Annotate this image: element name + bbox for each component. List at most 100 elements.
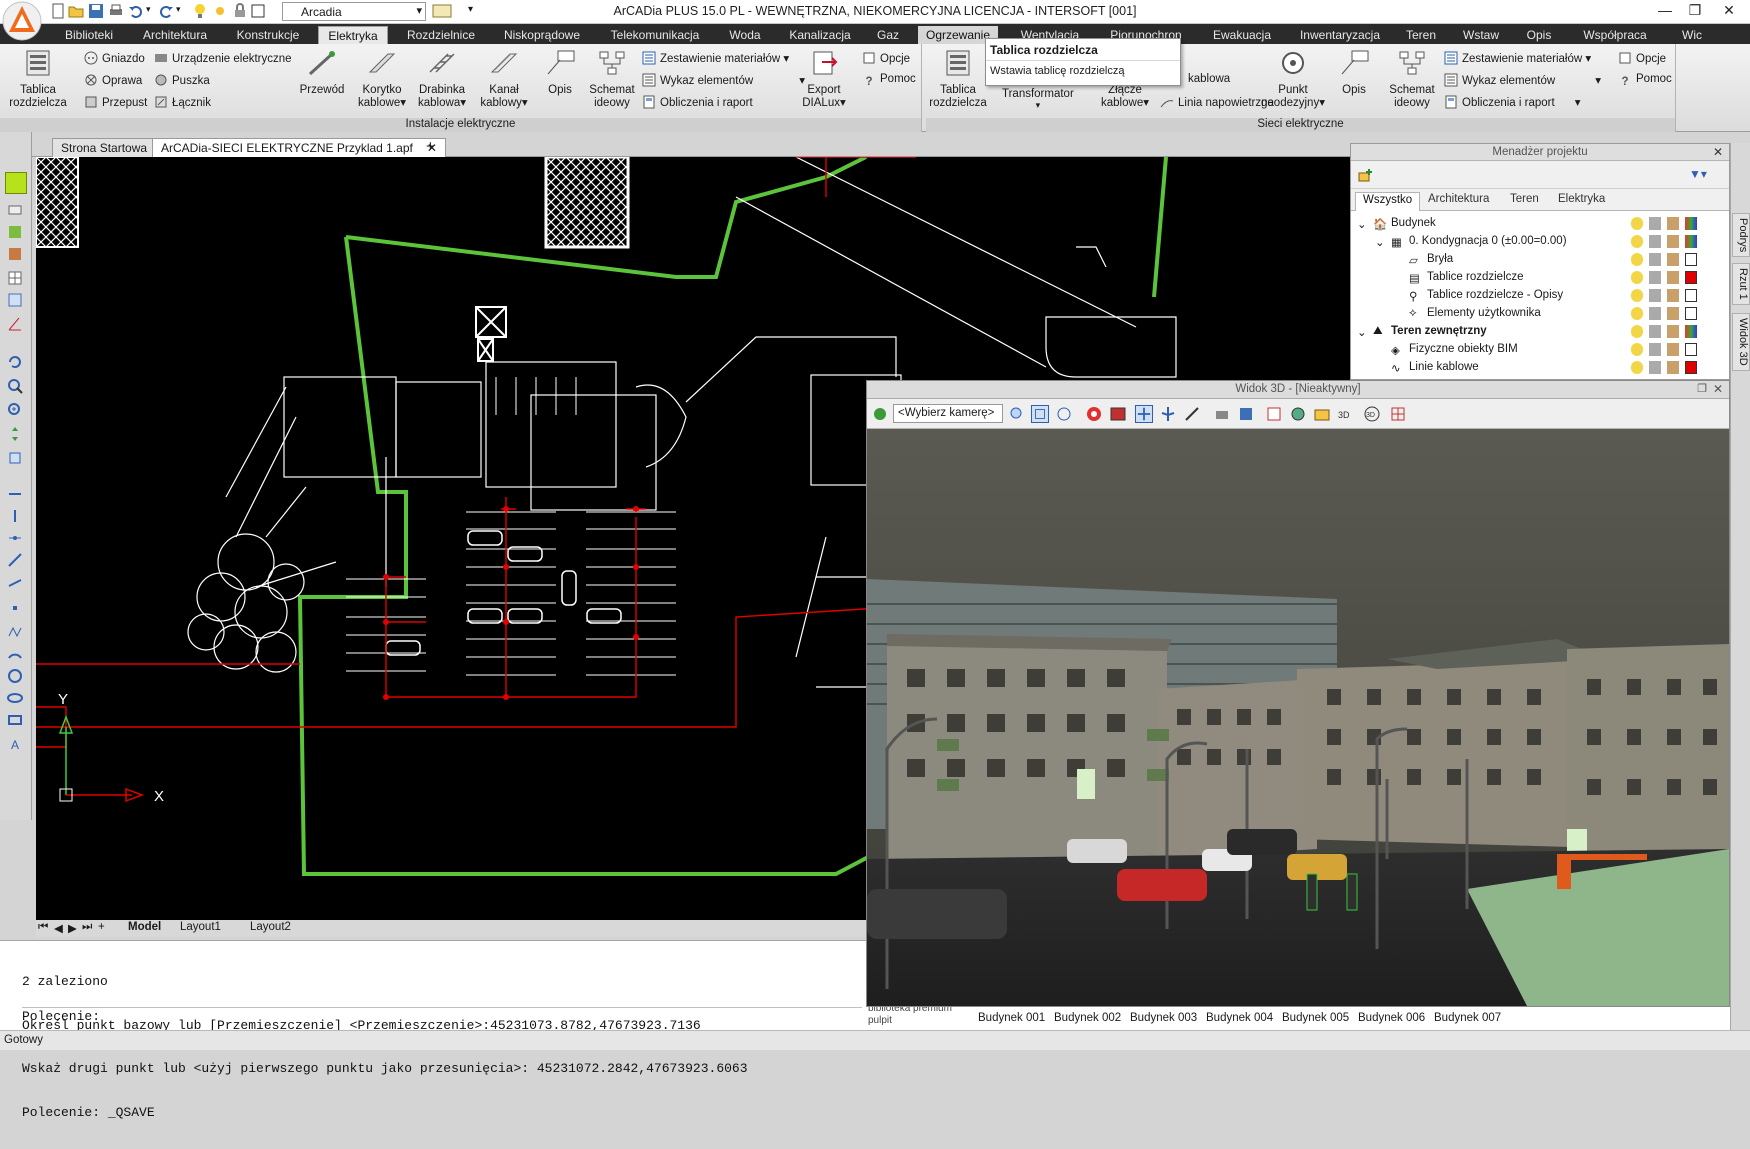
- close-panel-icon[interactable]: ✕: [1713, 145, 1723, 159]
- command-input[interactable]: Polecenie:: [22, 1007, 862, 1024]
- render-icon[interactable]: [1085, 405, 1103, 423]
- tree-item-elementy[interactable]: ⟡ Elementy użytkownika: [1351, 305, 1729, 323]
- horizontal-snap-icon[interactable]: [7, 530, 23, 546]
- camera-icon[interactable]: [1313, 405, 1331, 423]
- pan-icon[interactable]: [7, 426, 23, 442]
- tree-row-controls[interactable]: [1631, 289, 1729, 303]
- zoom-icon[interactable]: [7, 378, 23, 394]
- tree-item-kondygnacja[interactable]: ⌄ ▦ 0. Kondygnacja 0 (±0.00=0.00): [1351, 233, 1729, 251]
- przewod-button[interactable]: Przewód: [294, 48, 350, 97]
- light-icon[interactable]: [1007, 405, 1025, 423]
- sieci-zestawienie-button[interactable]: Zestawienie materiałów ▾: [1444, 51, 1591, 69]
- sieci-tablica-rozdzielcza-button[interactable]: Tablica rozdzielcza: [926, 48, 990, 110]
- thumb-budynek-002[interactable]: Budynek 002: [1054, 1012, 1121, 1024]
- sieci-obliczenia-button[interactable]: Obliczenia i raport ▾: [1444, 95, 1580, 113]
- add-layout-icon[interactable]: +: [98, 921, 105, 933]
- urzadzenie-elektryczne-button[interactable]: Urządzenie elektryczne: [154, 51, 292, 69]
- tree-row-controls[interactable]: [1631, 271, 1729, 285]
- view-mode-icon[interactable]: [1031, 405, 1049, 423]
- tree-row-controls[interactable]: [1631, 361, 1729, 375]
- view-cube-icon[interactable]: [7, 450, 23, 466]
- lacznik-button[interactable]: Łącznik: [154, 95, 211, 113]
- thumb-budynek-007[interactable]: Budynek 007: [1434, 1012, 1501, 1024]
- menu-icon[interactable]: [5, 172, 27, 194]
- arc-icon[interactable]: [7, 646, 23, 662]
- sieci-opcje-button[interactable]: Opcje: [1618, 51, 1666, 69]
- green-tool-icon[interactable]: [7, 224, 23, 240]
- section-icon[interactable]: [1389, 405, 1407, 423]
- pomoc-button[interactable]: ? Pomoc: [862, 73, 915, 91]
- tab-biblioteki[interactable]: Biblioteki: [50, 26, 128, 44]
- text-icon[interactable]: A: [7, 736, 23, 752]
- zoom-3d-icon[interactable]: [1183, 405, 1201, 423]
- opcje-button[interactable]: Opcje: [862, 51, 910, 69]
- tree-expander[interactable]: ⌄: [1375, 235, 1385, 249]
- window-icon[interactable]: [7, 292, 23, 308]
- close-button[interactable]: ✕: [1718, 2, 1740, 21]
- camera-settings-icon[interactable]: [871, 405, 889, 423]
- tree-item-bryla[interactable]: ▱ Bryła: [1351, 251, 1729, 269]
- tab-wspolpraca[interactable]: Współpraca: [1570, 26, 1660, 44]
- refresh-icon[interactable]: [7, 354, 23, 370]
- tab-active-document[interactable]: ArCADia-SIECI ELEKTRYCZNE Przyklad 1.apf…: [152, 138, 446, 157]
- new-tab-icon[interactable]: +: [426, 138, 435, 155]
- line-icon[interactable]: [7, 576, 23, 592]
- punkt-geodezyjny-button[interactable]: Punkt geodezyjny▾: [1258, 48, 1328, 110]
- tree-item-linie-kablowe[interactable]: ∿ Linie kablowe: [1351, 359, 1729, 377]
- diagonal-icon[interactable]: [7, 552, 23, 568]
- tab-niskopradowe[interactable]: Niskoprądowe: [494, 26, 590, 44]
- tab-elektryka[interactable]: Elektryka: [318, 26, 388, 44]
- next-layout-icon[interactable]: ▶: [68, 921, 77, 935]
- rotate-3d-icon[interactable]: 3D: [1363, 405, 1381, 423]
- circle-icon[interactable]: [7, 668, 23, 684]
- first-layout-icon[interactable]: ⏮: [38, 921, 48, 934]
- tab-opis[interactable]: Opis: [1518, 26, 1560, 44]
- tree-row-controls[interactable]: [1631, 217, 1729, 231]
- tab-podrys[interactable]: Podrys: [1732, 213, 1750, 258]
- snap-icon[interactable]: [7, 486, 23, 502]
- obliczenia-raport-button[interactable]: Obliczenia i raport: [642, 95, 753, 113]
- orbit-icon[interactable]: [1055, 405, 1073, 423]
- hidden-list-item[interactable]: pulpit: [868, 1015, 892, 1026]
- polyline-icon[interactable]: [7, 624, 23, 640]
- restore-button[interactable]: ❐: [1684, 2, 1706, 21]
- tab-rzut-1[interactable]: Rzut 1: [1732, 263, 1750, 305]
- drabinka-kablowa-button[interactable]: Drabinka kablowa▾: [412, 48, 472, 110]
- tab-rozdzielnice[interactable]: Rozdzielnice: [396, 26, 486, 44]
- point-icon[interactable]: [7, 600, 23, 616]
- grid-icon[interactable]: [7, 270, 23, 286]
- sieci-schemat-button[interactable]: Schemat ideowy: [1384, 48, 1440, 110]
- tab-architektura[interactable]: Architektura: [132, 26, 218, 44]
- add-building-icon[interactable]: [1357, 167, 1373, 183]
- save-image-icon[interactable]: [1237, 405, 1255, 423]
- thumb-budynek-004[interactable]: Budynek 004: [1206, 1012, 1273, 1024]
- tree-row-controls[interactable]: [1631, 235, 1729, 249]
- sieci-opis-button[interactable]: Opis: [1334, 48, 1374, 97]
- thumb-budynek-006[interactable]: Budynek 006: [1358, 1012, 1425, 1024]
- tree-row-controls[interactable]: [1631, 253, 1729, 267]
- tab-teren[interactable]: Teren: [1400, 26, 1442, 44]
- maximize-icon[interactable]: ❐: [1697, 382, 1707, 395]
- filter-icon[interactable]: ▼▾: [1689, 167, 1707, 181]
- prev-layout-icon[interactable]: ◀: [54, 921, 63, 935]
- opis-button[interactable]: Opis: [540, 48, 580, 97]
- thumb-budynek-001[interactable]: Budynek 001: [978, 1012, 1045, 1024]
- oprawa-button[interactable]: Oprawa: [84, 73, 142, 91]
- tree-item-teren[interactable]: ⌄ ⛰ Teren zewnętrzny: [1351, 323, 1729, 341]
- tab-telekomunikacja[interactable]: Telekomunikacja: [600, 26, 710, 44]
- tree-expander[interactable]: ⌄: [1357, 325, 1367, 339]
- zestawienie-materialow-button[interactable]: Zestawienie materiałów ▾: [642, 51, 789, 69]
- tab-wszystko[interactable]: Wszystko: [1355, 192, 1421, 211]
- settings-3d-icon[interactable]: [1289, 405, 1307, 423]
- kanal-kablowy-button[interactable]: Kanał kablowy▾: [474, 48, 534, 110]
- properties-icon[interactable]: [1265, 405, 1283, 423]
- wykaz-elementow-button[interactable]: Wykaz elementów ▾: [642, 73, 805, 91]
- 3d-render-viewport[interactable]: [867, 429, 1729, 1006]
- minimize-button[interactable]: —: [1654, 2, 1676, 21]
- tree-row-controls[interactable]: [1631, 307, 1729, 321]
- sieci-wykaz-button[interactable]: Wykaz elementów ▾: [1444, 73, 1601, 91]
- schemat-ideowy-button[interactable]: Schemat ideowy: [586, 48, 638, 110]
- linia-kablowa-button[interactable]: kablowa: [1188, 73, 1230, 91]
- view-3d-icon[interactable]: 3D: [1337, 405, 1355, 423]
- tab-wstaw[interactable]: Wstaw: [1456, 26, 1506, 44]
